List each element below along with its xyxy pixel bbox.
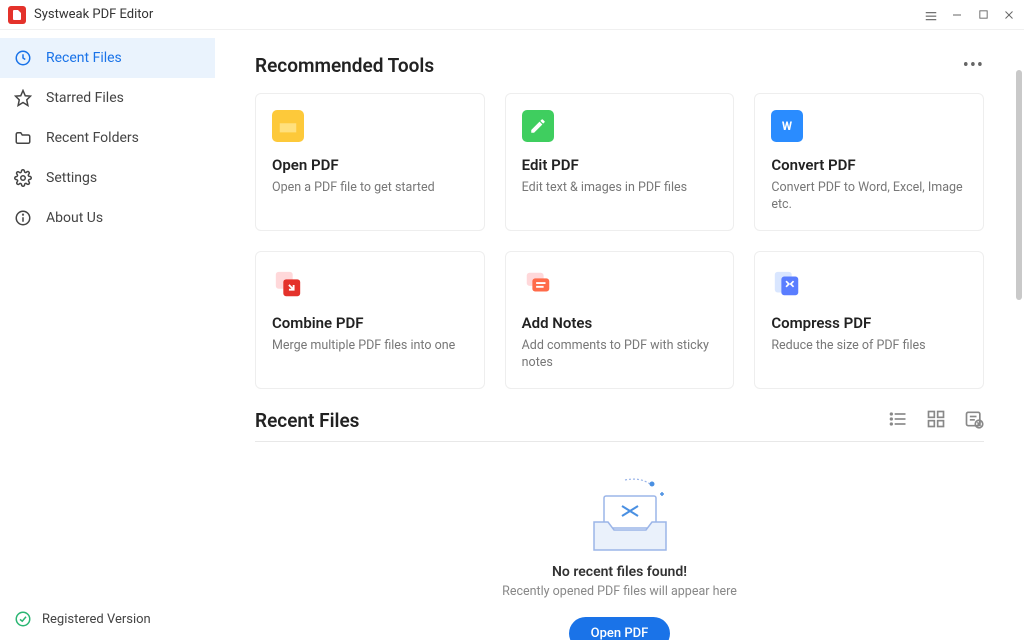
tool-title: Combine PDF	[272, 314, 468, 332]
tool-title: Convert PDF	[771, 156, 967, 174]
edit-pdf-icon	[522, 110, 554, 142]
clear-list-icon[interactable]	[964, 409, 984, 433]
tool-combine-pdf[interactable]: Combine PDF Merge multiple PDF files int…	[255, 251, 485, 389]
tool-desc: Reduce the size of PDF files	[771, 338, 967, 355]
tool-edit-pdf[interactable]: Edit PDF Edit text & images in PDF files	[505, 93, 735, 231]
open-pdf-button[interactable]: Open PDF	[569, 617, 671, 640]
convert-pdf-icon: W	[771, 110, 803, 142]
list-view-icon[interactable]	[888, 409, 908, 433]
app-title: Systweak PDF Editor	[34, 7, 924, 22]
minimize-icon[interactable]	[950, 8, 964, 22]
sidebar: Recent Files Starred Files Recent Folder…	[0, 30, 215, 640]
sidebar-item-recent-folders[interactable]: Recent Folders	[0, 118, 215, 158]
tool-title: Open PDF	[272, 156, 468, 174]
recommended-tools-title: Recommended Tools	[255, 54, 434, 77]
tool-desc: Add comments to PDF with sticky notes	[522, 338, 718, 372]
clock-icon	[14, 49, 32, 67]
more-icon[interactable]: •••	[963, 55, 984, 76]
window-controls	[924, 8, 1016, 22]
sidebar-item-label: About Us	[46, 210, 103, 226]
menu-icon[interactable]	[924, 8, 938, 22]
tool-desc: Merge multiple PDF files into one	[272, 338, 468, 355]
combine-pdf-icon	[272, 268, 304, 300]
gear-icon	[14, 169, 32, 187]
tool-compress-pdf[interactable]: Compress PDF Reduce the size of PDF file…	[754, 251, 984, 389]
tool-title: Edit PDF	[522, 156, 718, 174]
grid-view-icon[interactable]	[926, 409, 946, 433]
content-area: Recommended Tools ••• Open PDF Open a PD…	[215, 30, 1024, 640]
tool-title: Add Notes	[522, 314, 718, 332]
close-icon[interactable]	[1002, 8, 1016, 22]
check-circle-icon	[14, 610, 32, 628]
empty-state: No recent files found! Recently opened P…	[255, 462, 984, 640]
tool-desc: Convert PDF to Word, Excel, Image etc.	[771, 180, 967, 214]
sidebar-item-label: Settings	[46, 170, 97, 186]
sidebar-item-settings[interactable]: Settings	[0, 158, 215, 198]
empty-illustration-icon	[580, 472, 670, 552]
sidebar-item-about-us[interactable]: About Us	[0, 198, 215, 238]
info-icon	[14, 209, 32, 227]
sidebar-item-label: Recent Folders	[46, 130, 139, 146]
add-notes-icon	[522, 268, 554, 300]
sidebar-item-label: Recent Files	[46, 50, 122, 66]
maximize-icon[interactable]	[976, 8, 990, 22]
folder-icon	[14, 129, 32, 147]
divider	[255, 441, 984, 442]
tool-open-pdf[interactable]: Open PDF Open a PDF file to get started	[255, 93, 485, 231]
sidebar-item-starred-files[interactable]: Starred Files	[0, 78, 215, 118]
empty-title: No recent files found!	[552, 564, 687, 580]
star-icon	[14, 89, 32, 107]
registered-status: Registered Version	[0, 598, 215, 640]
view-toggles	[888, 409, 984, 433]
tools-grid: Open PDF Open a PDF file to get started …	[255, 93, 984, 389]
tool-desc: Edit text & images in PDF files	[522, 180, 718, 197]
scrollbar[interactable]	[1016, 70, 1022, 300]
tool-convert-pdf[interactable]: W Convert PDF Convert PDF to Word, Excel…	[754, 93, 984, 231]
tool-desc: Open a PDF file to get started	[272, 180, 468, 197]
sidebar-item-label: Starred Files	[46, 90, 124, 106]
app-logo-icon	[8, 6, 26, 24]
tool-add-notes[interactable]: Add Notes Add comments to PDF with stick…	[505, 251, 735, 389]
tool-title: Compress PDF	[771, 314, 967, 332]
recent-files-title: Recent Files	[255, 409, 359, 432]
registered-label: Registered Version	[42, 612, 151, 627]
svg-text:W: W	[782, 119, 793, 133]
empty-subtitle: Recently opened PDF files will appear he…	[502, 584, 737, 599]
compress-pdf-icon	[771, 268, 803, 300]
sidebar-item-recent-files[interactable]: Recent Files	[0, 38, 215, 78]
titlebar: Systweak PDF Editor	[0, 0, 1024, 30]
open-pdf-icon	[272, 110, 304, 142]
